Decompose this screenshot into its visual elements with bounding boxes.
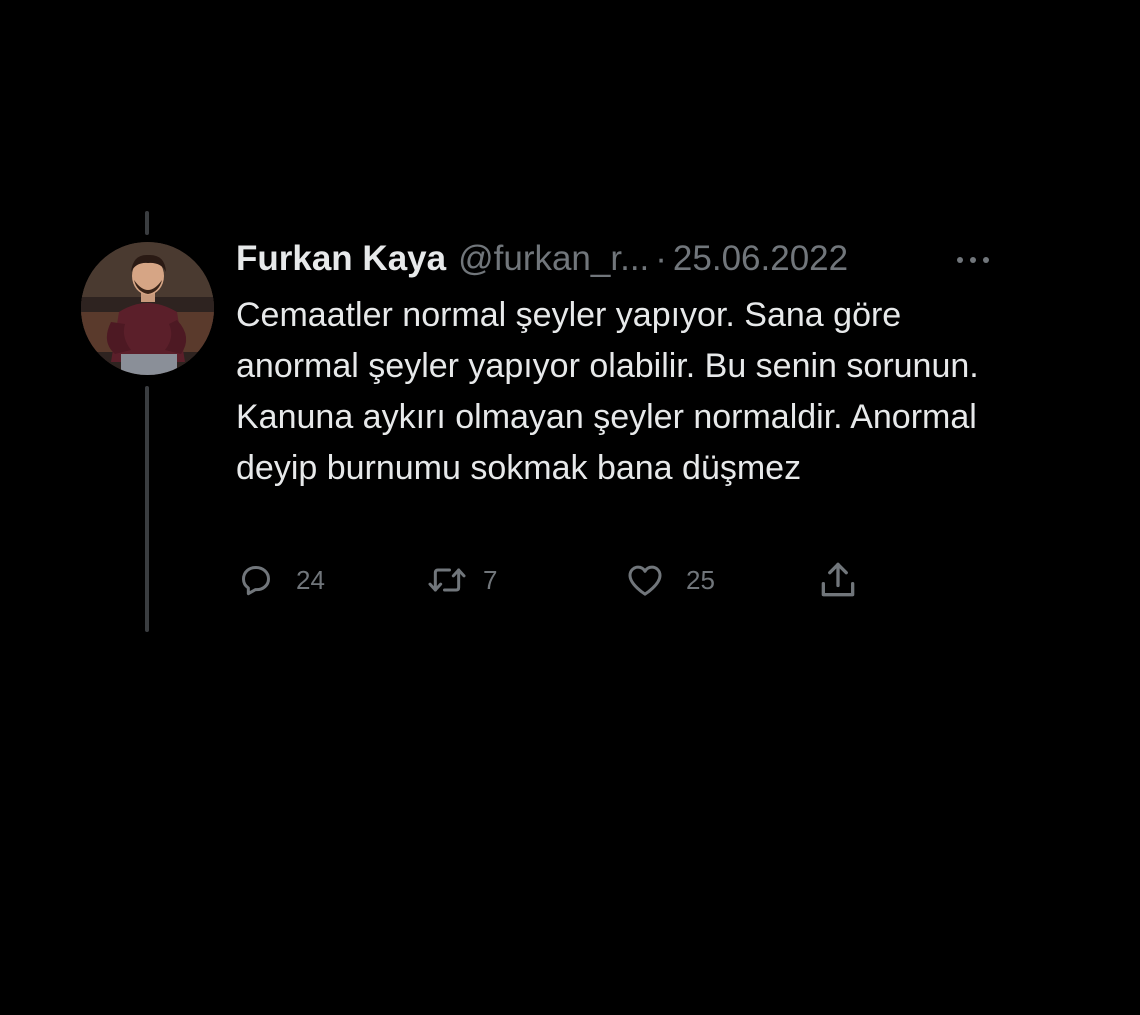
tweet-text: Cemaatler normal şeyler yapıyor. Sana gö…: [236, 296, 979, 487]
like-count: 25: [686, 564, 715, 595]
tweet-date[interactable]: 25.06.2022: [673, 239, 848, 279]
author-handle[interactable]: @furkan_r...: [458, 239, 649, 279]
reply-icon: [236, 560, 276, 600]
separator-dot: ·: [655, 239, 667, 278]
thread-line-top: [145, 211, 149, 235]
reply-count: 24: [296, 564, 325, 595]
tweet-header: Furkan Kaya @furkan_r... · 25.06.2022: [236, 236, 848, 282]
like-button[interactable]: 25: [624, 558, 715, 602]
retweet-button[interactable]: 7: [425, 558, 497, 602]
heart-icon: [624, 560, 666, 600]
thread-line-bottom: [145, 386, 149, 632]
reply-button[interactable]: 24: [236, 558, 325, 602]
retweet-icon: [425, 560, 469, 600]
share-button[interactable]: [816, 558, 860, 602]
avatar-photo: [81, 242, 214, 375]
avatar[interactable]: [81, 242, 214, 375]
retweet-count: 7: [483, 564, 498, 595]
author-name[interactable]: Furkan Kaya: [236, 239, 446, 279]
share-icon: [816, 558, 860, 602]
more-icon[interactable]: [952, 247, 994, 273]
